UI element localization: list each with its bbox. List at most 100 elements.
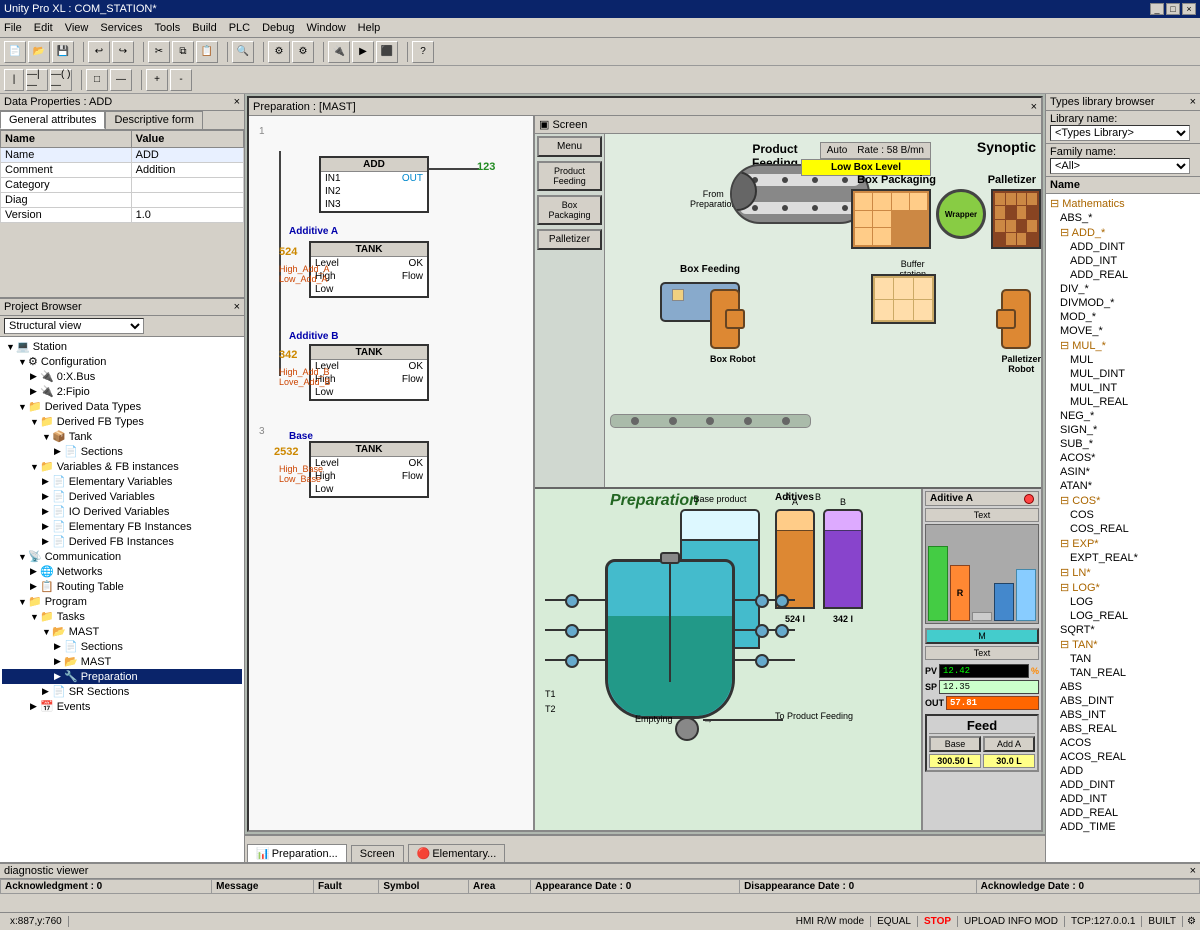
cut-button[interactable]: ✂ xyxy=(148,41,170,63)
paste-button[interactable]: 📋 xyxy=(196,41,218,63)
close-data-props-button[interactable]: × xyxy=(234,96,240,108)
lib-item-ln-[interactable]: ⊟ LN* xyxy=(1048,565,1198,580)
menu-tools[interactable]: Tools xyxy=(155,22,181,34)
tree-item-communication[interactable]: ▼📡Communication xyxy=(2,549,242,564)
close-prep-button[interactable]: × xyxy=(1031,101,1037,113)
menu-view[interactable]: View xyxy=(65,22,89,34)
coil-btn[interactable]: —( )— xyxy=(50,69,72,91)
lib-item-abs-int[interactable]: ABS_INT xyxy=(1048,708,1198,722)
rebuild-button[interactable]: ⚙ xyxy=(292,41,314,63)
lib-item-mul-real[interactable]: MUL_REAL xyxy=(1048,395,1198,409)
lib-item-mod--[interactable]: MOD_* xyxy=(1048,310,1198,324)
lib-item-sub--[interactable]: SUB_* xyxy=(1048,437,1198,451)
zoom-out[interactable]: - xyxy=(170,69,192,91)
close-pb-button[interactable]: × xyxy=(234,301,240,313)
menu-help[interactable]: Help xyxy=(358,22,381,34)
tree-item-mast[interactable]: ▼📂MAST xyxy=(2,624,242,639)
tab-screen[interactable]: Screen xyxy=(351,845,404,862)
lib-item-add-real[interactable]: ADD_REAL xyxy=(1048,806,1198,820)
close-types-button[interactable]: × xyxy=(1190,96,1196,108)
tree-item-program[interactable]: ▼📁Program xyxy=(2,594,242,609)
menu-debug[interactable]: Debug xyxy=(262,22,294,34)
tree-item-2-fipio[interactable]: ▶🔌2:Fipio xyxy=(2,384,242,399)
tree-item-io-derived-variables[interactable]: ▶📄IO Derived Variables xyxy=(2,504,242,519)
view-select[interactable]: Structural view xyxy=(4,318,144,334)
tab-descriptive-form[interactable]: Descriptive form xyxy=(105,111,202,129)
save-button[interactable]: 💾 xyxy=(52,41,74,63)
undo-button[interactable]: ↩ xyxy=(88,41,110,63)
lib-item-add-dint[interactable]: ADD_DINT xyxy=(1048,778,1198,792)
library-name-select[interactable]: <Types Library> xyxy=(1050,125,1190,141)
family-name-select[interactable]: <All> xyxy=(1050,158,1190,174)
lib-item-tan-[interactable]: ⊟ TAN* xyxy=(1048,637,1198,652)
tab-elementary[interactable]: 🔴 Elementary... xyxy=(408,844,506,862)
tree-item-routing-table[interactable]: ▶📋Routing Table xyxy=(2,579,242,594)
tree-item-sections[interactable]: ▶📄Sections xyxy=(2,444,242,459)
lib-item-divmod--[interactable]: DIVMOD_* xyxy=(1048,296,1198,310)
tree-item-mast[interactable]: ▶📂MAST xyxy=(2,654,242,669)
lib-item-abs[interactable]: ABS xyxy=(1048,680,1198,694)
tree-item-station[interactable]: ▼💻Station xyxy=(2,339,242,354)
tree-item-derived-fb-types[interactable]: ▼📁Derived FB Types xyxy=(2,414,242,429)
lib-item-log-[interactable]: ⊟ LOG* xyxy=(1048,580,1198,595)
lib-item-add-int[interactable]: ADD_INT xyxy=(1048,792,1198,806)
lib-item-add[interactable]: ADD xyxy=(1048,764,1198,778)
palletizer-button[interactable]: Palletizer xyxy=(537,229,602,250)
tree-item-derived-data-types[interactable]: ▼📁Derived Data Types xyxy=(2,399,242,414)
lib-item-mul-dint[interactable]: MUL_DINT xyxy=(1048,367,1198,381)
menu-services[interactable]: Services xyxy=(100,22,142,34)
lib-item-div--[interactable]: DIV_* xyxy=(1048,282,1198,296)
lib-item-add-real[interactable]: ADD_REAL xyxy=(1048,268,1198,282)
lib-item-tan-real[interactable]: TAN_REAL xyxy=(1048,666,1198,680)
tree-item-variables-&-fb-instances[interactable]: ▼📁Variables & FB instances xyxy=(2,459,242,474)
tab-general-attributes[interactable]: General attributes xyxy=(0,111,105,129)
link-btn[interactable]: — xyxy=(110,69,132,91)
close-diagnostic-button[interactable]: × xyxy=(1190,865,1196,877)
lib-item-cos[interactable]: COS xyxy=(1048,508,1198,522)
lib-item-cos-real[interactable]: COS_REAL xyxy=(1048,522,1198,536)
tree-item-networks[interactable]: ▶🌐Networks xyxy=(2,564,242,579)
lib-item-expt-real-[interactable]: EXPT_REAL* xyxy=(1048,551,1198,565)
m-button[interactable]: M xyxy=(925,628,1039,644)
menu-file[interactable]: File xyxy=(4,22,22,34)
menu-build[interactable]: Build xyxy=(192,22,216,34)
lib-item-add-time[interactable]: ADD_TIME xyxy=(1048,820,1198,834)
plc-connect[interactable]: 🔌 xyxy=(328,41,350,63)
tree-item-derived-fb-instances[interactable]: ▶📄Derived FB Instances xyxy=(2,534,242,549)
lib-item-sqrt-[interactable]: SQRT* xyxy=(1048,623,1198,637)
lib-item-abs--[interactable]: ABS_* xyxy=(1048,211,1198,225)
maximize-button[interactable]: □ xyxy=(1166,3,1180,15)
lib-item-acos-real[interactable]: ACOS_REAL xyxy=(1048,750,1198,764)
lib-item-acos[interactable]: ACOS xyxy=(1048,736,1198,750)
diag-col-acknowledge-date---0[interactable]: Acknowledge Date : 0 xyxy=(976,880,1199,894)
tree-item-elementary-fb-instances[interactable]: ▶📄Elementary FB Instances xyxy=(2,519,242,534)
base-feed-button[interactable]: Base xyxy=(929,736,981,752)
tree-item-derived-variables[interactable]: ▶📄Derived Variables xyxy=(2,489,242,504)
lib-item-mathematics[interactable]: ⊟ Mathematics xyxy=(1048,196,1198,211)
lib-item-acos-[interactable]: ACOS* xyxy=(1048,451,1198,465)
tree-item-events[interactable]: ▶📅Events xyxy=(2,699,242,714)
tree-item-0-x.bus[interactable]: ▶🔌0:X.Bus xyxy=(2,369,242,384)
lib-item-cos-[interactable]: ⊟ COS* xyxy=(1048,493,1198,508)
menu-plc[interactable]: PLC xyxy=(229,22,250,34)
lib-item-move--[interactable]: MOVE_* xyxy=(1048,324,1198,338)
ladder-btn[interactable]: | xyxy=(4,69,24,91)
lib-item-asin-[interactable]: ASIN* xyxy=(1048,465,1198,479)
lib-item-mul-int[interactable]: MUL_INT xyxy=(1048,381,1198,395)
tree-item-tasks[interactable]: ▼📁Tasks xyxy=(2,609,242,624)
minimize-button[interactable]: _ xyxy=(1150,3,1164,15)
plc-run[interactable]: ▶ xyxy=(352,41,374,63)
lib-item-add-dint[interactable]: ADD_DINT xyxy=(1048,240,1198,254)
lib-item-abs-dint[interactable]: ABS_DINT xyxy=(1048,694,1198,708)
new-button[interactable]: 📄 xyxy=(4,41,26,63)
diag-col-message[interactable]: Message xyxy=(212,880,314,894)
menu-hmi-button[interactable]: Menu xyxy=(537,136,602,157)
diag-col-fault[interactable]: Fault xyxy=(313,880,378,894)
lib-item-neg--[interactable]: NEG_* xyxy=(1048,409,1198,423)
lib-item-mul[interactable]: MUL xyxy=(1048,353,1198,367)
zoom-in[interactable]: + xyxy=(146,69,168,91)
tree-item-configuration[interactable]: ▼⚙Configuration xyxy=(2,354,242,369)
r-button[interactable]: R xyxy=(950,565,970,621)
search-button[interactable]: 🔍 xyxy=(232,41,254,63)
tab-preparation[interactable]: 📊 Preparation... xyxy=(247,844,347,862)
